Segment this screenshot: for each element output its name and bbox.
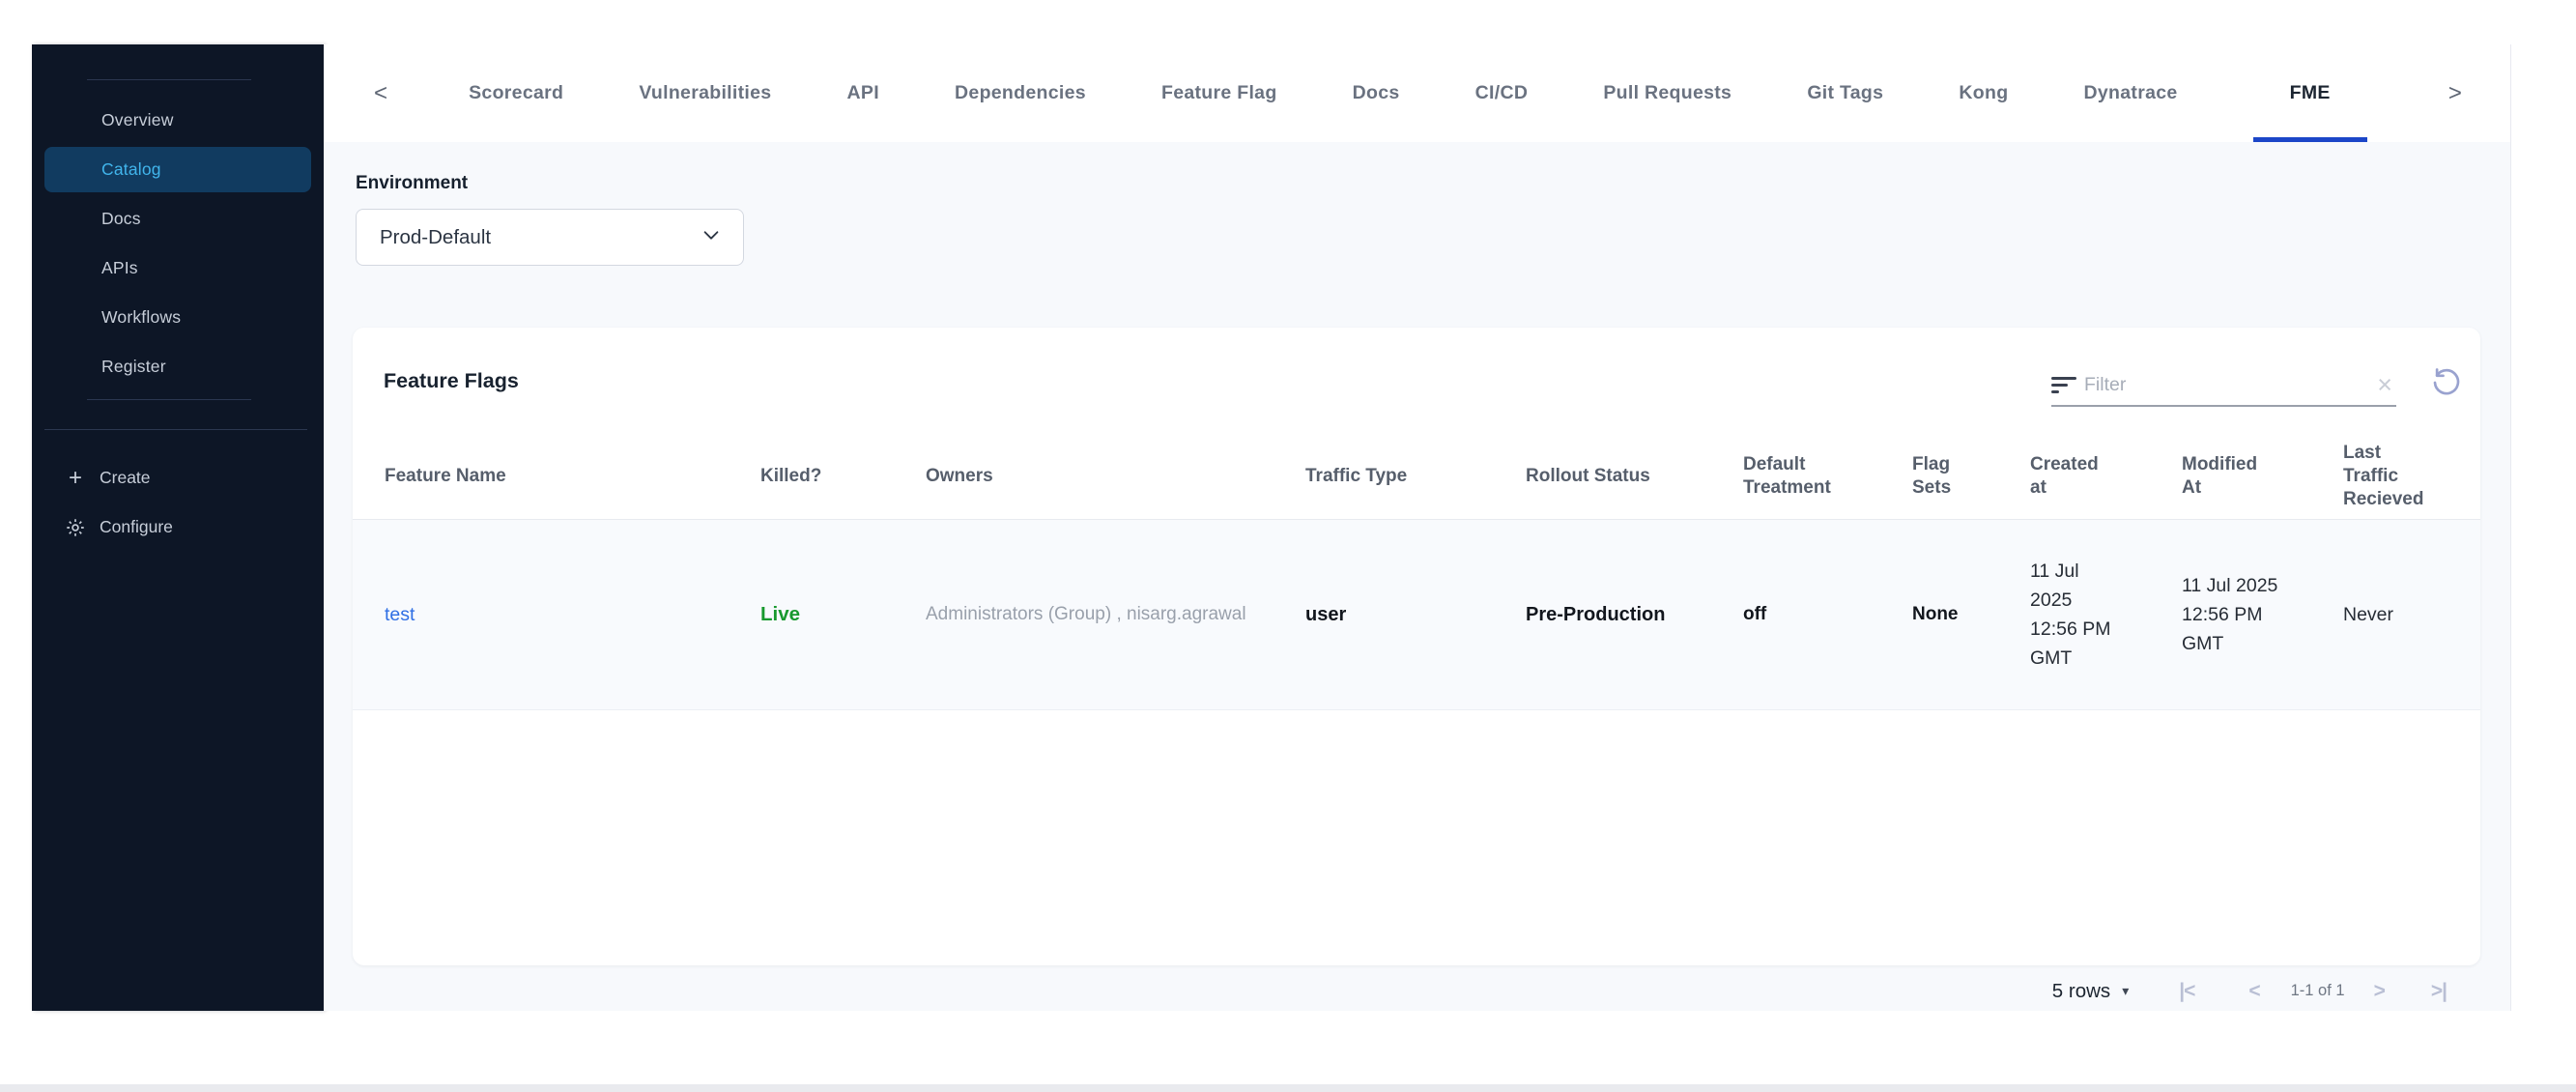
- sidebar-top-spacer: [32, 44, 324, 79]
- column-header-created-at[interactable]: Created at: [2030, 453, 2182, 500]
- column-header-modified-at[interactable]: Modified At: [2182, 453, 2343, 500]
- main-panel: Environment Prod-Default Feature Flags ×: [324, 142, 2510, 1011]
- sidebar-divider-top: [87, 79, 251, 80]
- column-header-traffic-type[interactable]: Traffic Type: [1305, 465, 1526, 488]
- sidebar: Overview Catalog Docs APIs Workflows Reg…: [32, 44, 324, 1011]
- tab-docs[interactable]: Docs: [1353, 44, 1400, 142]
- cell-default-treatment: off: [1743, 604, 1767, 624]
- chevron-down-icon: [701, 224, 722, 251]
- cell-feature-name[interactable]: test: [385, 604, 760, 626]
- sidebar-item-overview[interactable]: Overview: [32, 96, 324, 145]
- table-header-row: Feature Name Killed? Owners Traffic Type…: [353, 434, 2480, 520]
- content-area: < Scorecard Vulnerabilities API Dependen…: [324, 44, 2511, 1011]
- card-title: Feature Flags: [384, 368, 519, 392]
- clear-filter-icon[interactable]: ×: [2377, 371, 2396, 398]
- rows-per-page-value[interactable]: 5 rows: [2052, 980, 2110, 1003]
- sidebar-item-docs[interactable]: Docs: [32, 194, 324, 244]
- table-row: test Live Administrators (Group) , nisar…: [353, 520, 2480, 710]
- sidebar-create-label: Create: [100, 468, 151, 487]
- environment-select[interactable]: Prod-Default: [356, 209, 744, 266]
- sidebar-item-catalog[interactable]: Catalog: [44, 147, 311, 192]
- environment-label: Environment: [356, 173, 469, 193]
- pagination-range: 1-1 of 1: [2290, 982, 2345, 999]
- tab-pull-requests[interactable]: Pull Requests: [1603, 44, 1732, 142]
- last-page-icon[interactable]: >|: [2431, 980, 2447, 1003]
- refresh-icon: [2431, 367, 2462, 401]
- column-header-killed[interactable]: Killed?: [760, 465, 926, 488]
- cell-flag-sets: None: [1912, 604, 1959, 624]
- previous-page-icon[interactable]: <: [2248, 980, 2260, 1003]
- cell-modified-at: 11 Jul 2025 12:56 PM GMT: [2182, 574, 2278, 655]
- column-header-flag-sets[interactable]: Flag Sets: [1912, 453, 2030, 500]
- sidebar-configure-button[interactable]: Configure: [32, 503, 324, 552]
- column-header-feature-name[interactable]: Feature Name: [385, 465, 760, 488]
- filter-icon: [2051, 376, 2084, 393]
- column-header-default-treatment[interactable]: Default Treatment: [1743, 453, 1912, 500]
- cell-rollout-status: Pre-Production: [1526, 603, 1666, 625]
- gear-icon: [64, 517, 87, 538]
- cell-created-at: 11 Jul 2025 12:56 PM GMT: [2030, 560, 2111, 670]
- next-page-icon[interactable]: >: [2374, 980, 2386, 1003]
- cell-last-traffic: Never: [2343, 603, 2394, 625]
- rows-per-page-caret-icon[interactable]: ▾: [2122, 983, 2129, 999]
- tab-scorecard[interactable]: Scorecard: [469, 44, 563, 142]
- bottom-scrollbar-track[interactable]: [0, 1084, 2576, 1092]
- tab-bar: < Scorecard Vulnerabilities API Dependen…: [324, 44, 2510, 142]
- feature-flags-card: Feature Flags × Featur: [353, 328, 2480, 965]
- sidebar-configure-label: Configure: [100, 517, 173, 536]
- tab-fme[interactable]: FME: [2252, 44, 2367, 142]
- cell-killed-status: Live: [760, 603, 801, 625]
- tab-cicd[interactable]: CI/CD: [1475, 44, 1529, 142]
- tab-kong[interactable]: Kong: [1959, 44, 2008, 142]
- column-header-owners[interactable]: Owners: [926, 465, 1305, 488]
- pagination-bar: 5 rows ▾ |< < 1-1 of 1 > >|: [324, 970, 2510, 1012]
- chevron-right-icon[interactable]: >: [2443, 81, 2468, 105]
- sidebar-item-register[interactable]: Register: [32, 342, 324, 391]
- refresh-button[interactable]: [2425, 362, 2468, 405]
- first-page-icon[interactable]: |<: [2179, 980, 2195, 1003]
- sidebar-item-workflows[interactable]: Workflows: [32, 293, 324, 342]
- tab-dependencies[interactable]: Dependencies: [955, 44, 1086, 142]
- plus-icon: +: [68, 464, 82, 491]
- column-header-last-traffic[interactable]: Last Traffic Recieved: [2343, 442, 2480, 510]
- sidebar-nav: Overview Catalog Docs APIs Workflows Reg…: [32, 96, 324, 391]
- tab-vulnerabilities[interactable]: Vulnerabilities: [639, 44, 771, 142]
- filter-input[interactable]: [2084, 373, 2378, 396]
- cell-owners: Administrators (Group) , nisarg.agrawal: [926, 604, 1246, 624]
- sidebar-section-divider: [44, 429, 307, 430]
- tab-git-tags[interactable]: Git Tags: [1807, 44, 1883, 142]
- tab-feature-flag[interactable]: Feature Flag: [1161, 44, 1277, 142]
- column-header-rollout-status[interactable]: Rollout Status: [1526, 465, 1743, 488]
- tab-dynatrace[interactable]: Dynatrace: [2084, 44, 2178, 142]
- chevron-left-icon[interactable]: <: [368, 81, 393, 105]
- sidebar-create-button[interactable]: + Create: [32, 453, 324, 503]
- sidebar-item-apis[interactable]: APIs: [32, 244, 324, 293]
- cell-traffic-type: user: [1305, 603, 1347, 625]
- sidebar-divider-bottom: [87, 399, 251, 400]
- card-header: Feature Flags ×: [353, 328, 2480, 434]
- environment-selected-value: Prod-Default: [380, 225, 492, 248]
- filter-field: ×: [2051, 364, 2396, 407]
- tab-api[interactable]: API: [847, 44, 879, 142]
